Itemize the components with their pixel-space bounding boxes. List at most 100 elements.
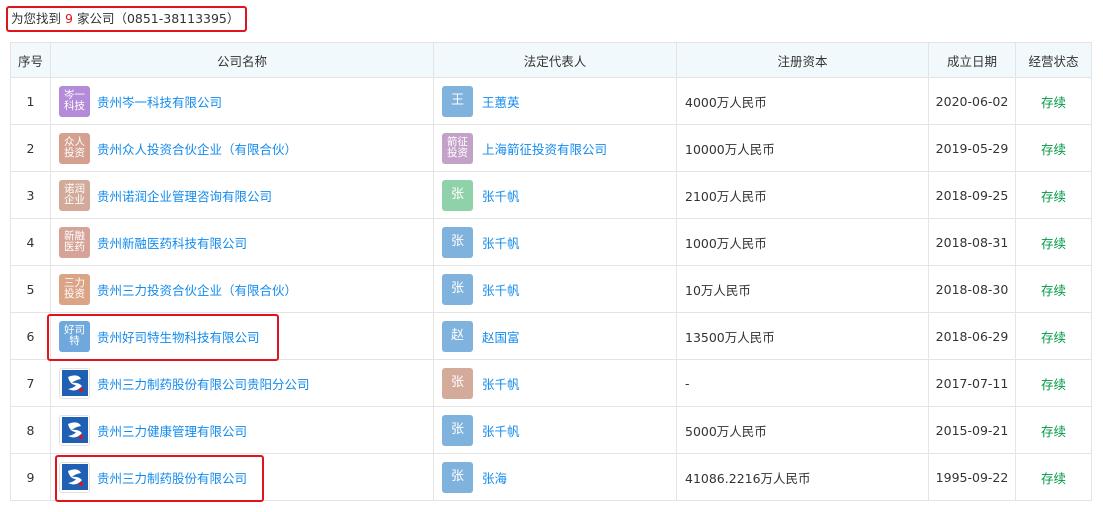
capital-cell: - [676, 359, 929, 407]
legal-rep-link[interactable]: 张千帆 [482, 374, 520, 393]
company-logo-text: 诺润企业 [64, 183, 85, 206]
table-row: 8 贵州三力健康管理有限公司 张 张千帆 5000万人民币 2015-09-21 存续 [10, 406, 1092, 454]
capital-cell: 5000万人民币 [676, 406, 929, 454]
legal-rep-avatar-text: 王 [450, 93, 464, 108]
legal-rep-cell: 箭征投资 上海箭征投资有限公司 [433, 124, 677, 172]
legal-rep-link[interactable]: 张千帆 [482, 421, 520, 440]
header-company: 公司名称 [50, 42, 434, 78]
status-badge: 存续 [1015, 312, 1092, 360]
capital-cell: 10000万人民币 [676, 124, 929, 172]
legal-rep-cell: 张 张千帆 [433, 265, 677, 313]
company-name-link[interactable]: 贵州三力投资合伙企业（有限合伙） [97, 280, 297, 299]
capital-cell: 2100万人民币 [676, 171, 929, 219]
status-badge: 存续 [1015, 171, 1092, 219]
legal-rep-avatar-text: 张 [450, 375, 464, 390]
company-name-link[interactable]: 贵州三力制药股份有限公司贵阳分公司 [97, 374, 310, 393]
row-index: 9 [10, 453, 51, 501]
table-row: 5 三力投资 贵州三力投资合伙企业（有限合伙）张张千帆 10万人民币 2018-08-3… [10, 265, 1092, 313]
company-name-link[interactable]: 贵州诺润企业管理咨询有限公司 [97, 186, 272, 205]
legal-rep-avatar[interactable]: 箭征投资 [442, 132, 473, 164]
row-index: 7 [10, 359, 51, 407]
summary-count: 9 [65, 11, 73, 26]
legal-rep-avatar-text: 张 [450, 187, 464, 202]
capital-cell: 4000万人民币 [676, 77, 929, 125]
legal-rep-link[interactable]: 张海 [482, 468, 507, 487]
legal-rep-avatar[interactable]: 张 [442, 367, 473, 399]
company-cell: 岑一科技 贵州岑一科技有限公司 [50, 77, 434, 125]
capital-cell: 41086.2216万人民币 [676, 453, 929, 501]
company-logo-text: 新融医药 [64, 230, 85, 253]
header-capital: 注册资本 [676, 42, 929, 78]
legal-rep-avatar[interactable]: 王 [442, 85, 473, 117]
legal-rep-avatar[interactable]: 张 [442, 179, 473, 211]
status-badge: 存续 [1015, 265, 1092, 313]
company-cell: 贵州三力制药股份有限公司 [50, 453, 434, 501]
founded-date-cell: 2020-06-02 [928, 77, 1016, 125]
search-summary: 为您找到 9 家公司（0851-38113395） [6, 6, 248, 32]
company-logo[interactable]: 新融医药 [59, 226, 90, 258]
table-row: 3 诺润企业 贵州诺润企业管理咨询有限公司 张 张千帆 2100万人民币 2018-09-2… [10, 171, 1092, 219]
founded-date-cell: 2018-09-25 [928, 171, 1016, 219]
legal-rep-link[interactable]: 赵国富 [482, 327, 520, 346]
legal-rep-cell: 张 张千帆 [433, 359, 677, 407]
company-name-link[interactable]: 贵州新融医药科技有限公司 [97, 233, 247, 252]
table-row: 9 贵州三力制药股份有限公司 张 张海 41086.2216万人民币 1995-09-22… [10, 453, 1092, 501]
status-badge: 存续 [1015, 359, 1092, 407]
legal-rep-link[interactable]: 上海箭征投资有限公司 [482, 139, 607, 158]
company-name-link[interactable]: 贵州三力健康管理有限公司 [97, 421, 247, 440]
legal-rep-link[interactable]: 张千帆 [482, 186, 520, 205]
company-logo[interactable]: 岑一科技 [59, 85, 90, 117]
company-name-link[interactable]: 贵州三力制药股份有限公司 [97, 468, 247, 487]
legal-rep-avatar[interactable]: 张 [442, 226, 473, 258]
company-cell: 好司特 贵州好司特生物科技有限公司 [50, 312, 434, 360]
company-logo-text: 三力投资 [64, 277, 85, 300]
legal-rep-link[interactable]: 张千帆 [482, 280, 520, 299]
legal-rep-cell: 王 王蕙英 [433, 77, 677, 125]
row-index: 4 [10, 218, 51, 266]
legal-rep-cell: 张 张海 [433, 453, 677, 501]
status-badge: 存续 [1015, 77, 1092, 125]
founded-date-cell: 2018-08-31 [928, 218, 1016, 266]
table-header-row: 序号 公司名称 法定代表人 注册资本 成立日期 经营状态 [10, 42, 1092, 78]
company-logo[interactable]: 诺润企业 [59, 179, 90, 211]
header-status: 经营状态 [1015, 42, 1092, 78]
legal-rep-avatar[interactable]: 赵 [442, 320, 473, 352]
company-logo[interactable]: 三力投资 [59, 273, 90, 305]
company-logo[interactable] [59, 414, 90, 446]
capital-cell: 1000万人民币 [676, 218, 929, 266]
company-logo[interactable] [59, 461, 90, 493]
company-cell: 新融医药 贵州新融医药科技有限公司 [50, 218, 434, 266]
legal-rep-avatar-text: 张 [450, 469, 464, 484]
founded-date-cell: 1995-09-22 [928, 453, 1016, 501]
company-logo[interactable]: 众人投资 [59, 132, 90, 164]
status-badge: 存续 [1015, 218, 1092, 266]
company-cell: 众人投资 贵州众人投资合伙企业（有限合伙） [50, 124, 434, 172]
row-index: 2 [10, 124, 51, 172]
legal-rep-avatar[interactable]: 张 [442, 461, 473, 493]
company-name-link[interactable]: 贵州好司特生物科技有限公司 [97, 327, 260, 346]
table-row: 2 众人投资 贵州众人投资合伙企业（有限合伙） 箭征投资 上海箭征投资有限公司 10000… [10, 124, 1092, 172]
legal-rep-avatar[interactable]: 张 [442, 273, 473, 305]
legal-rep-avatar-text: 箭征投资 [447, 136, 468, 159]
header-legal-rep: 法定代表人 [433, 42, 677, 78]
legal-rep-avatar-text: 张 [450, 281, 464, 296]
founded-date-cell: 2017-07-11 [928, 359, 1016, 407]
company-cell: 三力投资 贵州三力投资合伙企业（有限合伙） [50, 265, 434, 313]
row-index: 3 [10, 171, 51, 219]
legal-rep-link[interactable]: 王蕙英 [482, 92, 520, 111]
row-index: 8 [10, 406, 51, 454]
company-cell: 贵州三力健康管理有限公司 [50, 406, 434, 454]
legal-rep-avatar[interactable]: 张 [442, 414, 473, 446]
summary-prefix: 为您找到 [11, 11, 62, 26]
legal-rep-cell: 张 张千帆 [433, 406, 677, 454]
company-logo[interactable] [59, 367, 90, 399]
table-row: 7 贵州三力制药股份有限公司贵阳分公司 张 张千帆 -2017-07-11 存续 [10, 359, 1092, 407]
legal-rep-link[interactable]: 张千帆 [482, 233, 520, 252]
legal-rep-cell: 张 张千帆 [433, 171, 677, 219]
company-name-link[interactable]: 贵州岑一科技有限公司 [97, 92, 222, 111]
company-logo[interactable]: 好司特 [59, 320, 90, 352]
company-name-link[interactable]: 贵州众人投资合伙企业（有限合伙） [97, 139, 297, 158]
capital-cell: 10万人民币 [676, 265, 929, 313]
legal-rep-avatar-text: 张 [450, 234, 464, 249]
table-row: 1 岑一科技 贵州岑一科技有限公司王王蕙英 4000万人民币 2020-06-02 存续 [10, 77, 1092, 125]
